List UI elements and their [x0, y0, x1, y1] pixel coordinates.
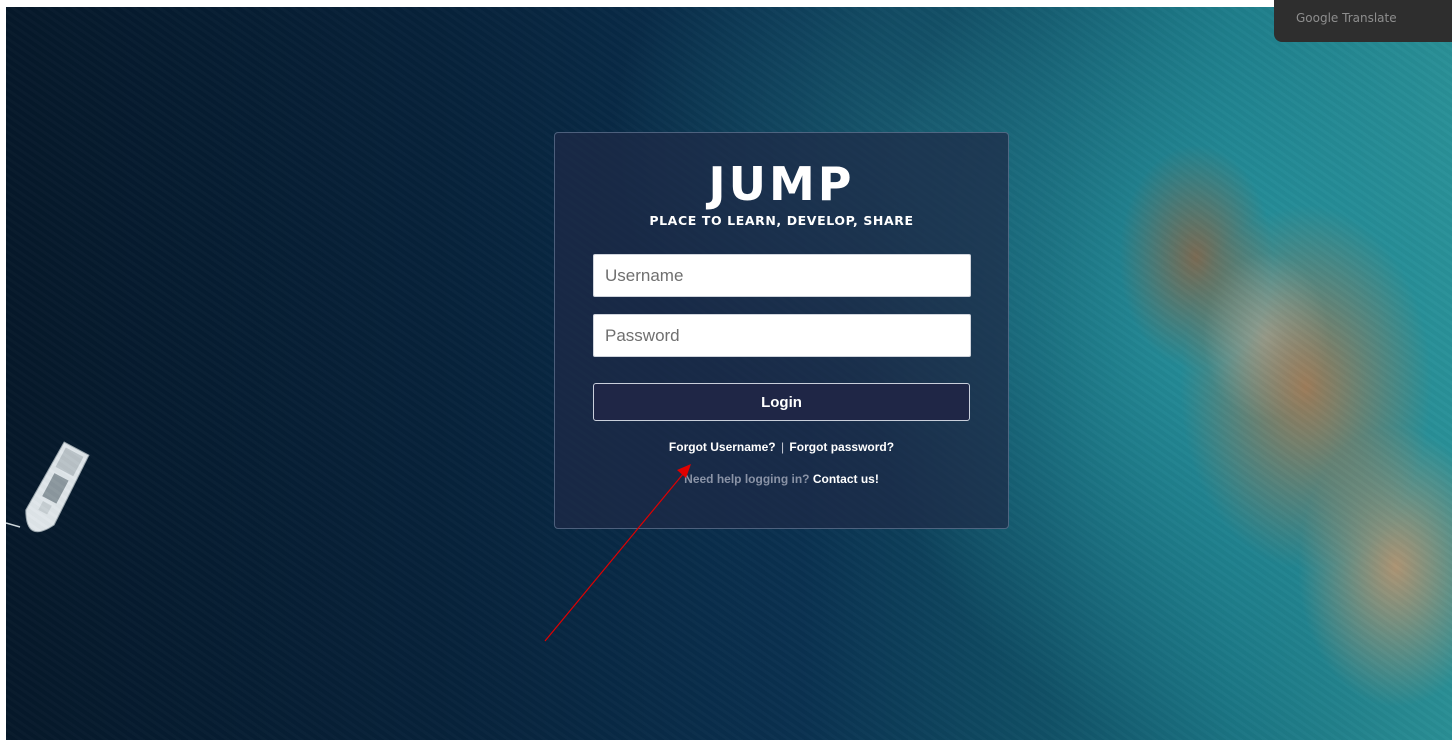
link-separator: | — [780, 440, 785, 454]
login-panel: JUMP PLACE TO LEARN, DEVELOP, SHARE Logi… — [554, 132, 1009, 529]
help-text: Need help logging in? — [684, 472, 810, 486]
boat-image — [6, 441, 90, 533]
google-translate-tab[interactable]: Google Translate — [1274, 0, 1452, 42]
username-field[interactable] — [593, 254, 971, 297]
login-button[interactable]: Login — [593, 383, 970, 421]
forgot-links: Forgot Username? | Forgot password? — [555, 440, 1008, 454]
password-field[interactable] — [593, 314, 971, 357]
google-translate-label: Google Translate — [1296, 11, 1397, 25]
contact-us-link[interactable]: Contact us! — [813, 472, 879, 486]
help-row: Need help logging in? Contact us! — [555, 472, 1008, 486]
jump-logo: JUMP — [708, 157, 855, 211]
forgot-username-link[interactable]: Forgot Username? — [669, 440, 776, 454]
forgot-password-link[interactable]: Forgot password? — [789, 440, 894, 454]
tagline: PLACE TO LEARN, DEVELOP, SHARE — [649, 213, 914, 228]
